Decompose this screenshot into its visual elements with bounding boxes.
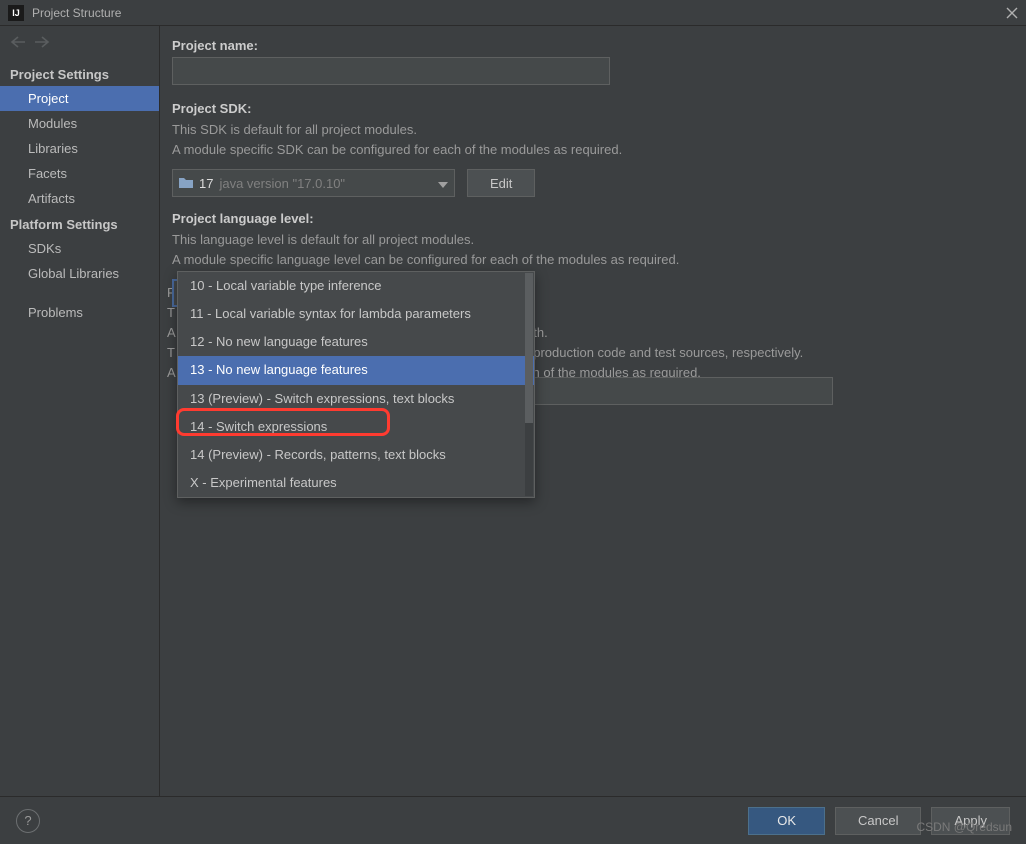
lang-desc-2: A module specific language level can be …: [172, 250, 1004, 270]
section-project-settings: Project Settings: [0, 61, 159, 86]
language-level-list: 10 - Local variable type inference 11 - …: [177, 271, 535, 498]
help-icon[interactable]: ?: [16, 809, 40, 833]
nav-forward-icon[interactable]: [34, 36, 50, 51]
sdk-dropdown[interactable]: 17 java version "17.0.10": [172, 169, 455, 197]
watermark: CSDN @Qredsun: [916, 820, 1012, 834]
lang-option[interactable]: 10 - Local variable type inference: [178, 272, 534, 300]
lang-desc-1: This language level is default for all p…: [172, 230, 1004, 250]
sidebar-item-facets[interactable]: Facets: [0, 161, 159, 186]
lang-option-highlighted[interactable]: 13 - No new language features: [178, 356, 534, 384]
sidebar-item-project[interactable]: Project: [0, 86, 159, 111]
project-sdk-label: Project SDK:: [172, 101, 1004, 116]
project-name-input[interactable]: [172, 57, 610, 85]
nav-back-icon[interactable]: [10, 36, 26, 51]
titlebar: IJ Project Structure: [0, 0, 1026, 26]
lang-option[interactable]: 11 - Local variable syntax for lambda pa…: [178, 300, 534, 328]
sdk-version: java version "17.0.10": [219, 176, 345, 191]
sdk-number: 17: [199, 176, 213, 191]
scrollbar-thumb[interactable]: [525, 273, 533, 423]
chevron-down-icon: [438, 176, 448, 191]
folder-icon: [179, 176, 193, 191]
cancel-button[interactable]: Cancel: [835, 807, 921, 835]
sidebar-item-global-libraries[interactable]: Global Libraries: [0, 261, 159, 286]
lang-option[interactable]: X - Experimental features: [178, 469, 534, 497]
sdk-desc-1: This SDK is default for all project modu…: [172, 120, 1004, 140]
sidebar-item-modules[interactable]: Modules: [0, 111, 159, 136]
section-platform-settings: Platform Settings: [0, 211, 159, 236]
sdk-desc-2: A module specific SDK can be configured …: [172, 140, 1004, 160]
lang-level-label: Project language level:: [172, 211, 1004, 226]
lang-option[interactable]: 14 - Switch expressions: [178, 413, 534, 441]
dialog-footer: ? OK Cancel Apply: [0, 796, 1026, 844]
intellij-logo-icon: IJ: [8, 5, 24, 21]
project-name-label: Project name:: [172, 38, 1004, 53]
lang-option[interactable]: 14 (Preview) - Records, patterns, text b…: [178, 441, 534, 469]
sidebar-item-sdks[interactable]: SDKs: [0, 236, 159, 261]
lang-option[interactable]: 12 - No new language features: [178, 328, 534, 356]
edit-button[interactable]: Edit: [467, 169, 535, 197]
sidebar-item-libraries[interactable]: Libraries: [0, 136, 159, 161]
lang-option[interactable]: 13 (Preview) - Switch expressions, text …: [178, 385, 534, 413]
ok-button[interactable]: OK: [748, 807, 825, 835]
close-icon[interactable]: [1006, 7, 1018, 19]
sidebar-item-problems[interactable]: Problems: [0, 300, 159, 325]
window-title: Project Structure: [32, 6, 121, 20]
sidebar-item-artifacts[interactable]: Artifacts: [0, 186, 159, 211]
sidebar: Project Settings Project Modules Librari…: [0, 26, 160, 796]
